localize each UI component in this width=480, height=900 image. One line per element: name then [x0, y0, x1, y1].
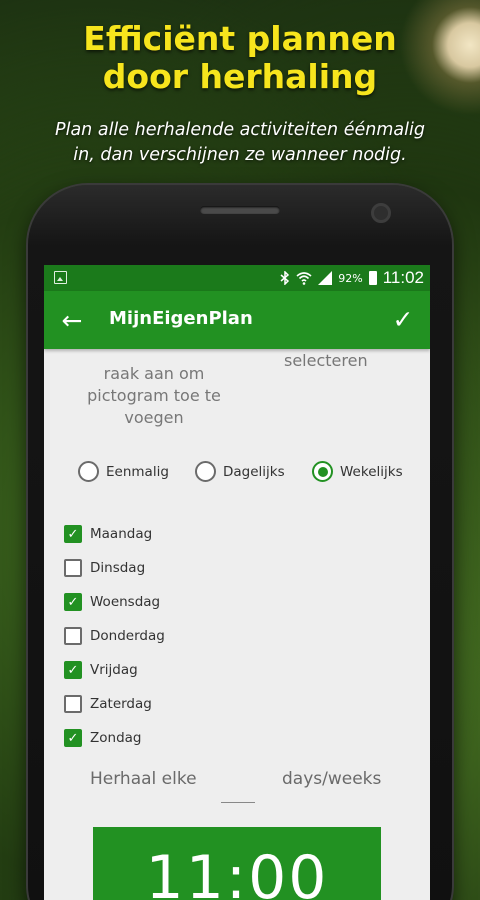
promo-subline-line1: Plan alle herhalende activiteiten éénmal…: [55, 120, 425, 140]
day-checkbox[interactable]: ✓: [64, 729, 82, 747]
promo-headline-line1: Efficiënt plannen: [83, 19, 397, 58]
radio-label: Eenmalig: [106, 463, 169, 480]
arrow-back-icon[interactable]: ←: [56, 304, 88, 336]
repeat-unit-label: days/weeks: [282, 769, 382, 789]
image-icon: [54, 271, 67, 284]
radio-circle[interactable]: [195, 461, 216, 482]
radio-label: Dagelijks: [223, 463, 285, 480]
phone-speaker: [200, 206, 280, 214]
day-label: Maandag: [90, 526, 153, 542]
promo-subline-line2: in, dan verschijnen ze wanneer nodig.: [73, 145, 407, 165]
battery-percent: 92%: [338, 271, 363, 285]
radio-circle[interactable]: [78, 461, 99, 482]
radio-circle[interactable]: [312, 461, 333, 482]
day-label: Woensdag: [90, 594, 161, 610]
day-woensdag[interactable]: ✓ Woensdag: [64, 585, 165, 619]
day-checkbox[interactable]: [64, 627, 82, 645]
signal-icon: [318, 271, 333, 285]
day-label: Zaterdag: [90, 696, 152, 712]
radio-label: Wekelijks: [340, 463, 403, 480]
select-hint[interactable]: selecteren: [284, 351, 368, 370]
phone-screen: 92% 11:02 ← MijnEigenPlan ✓ raak aan om …: [44, 265, 430, 900]
day-checkbox[interactable]: [64, 559, 82, 577]
day-dinsdag[interactable]: Dinsdag: [64, 551, 165, 585]
day-zaterdag[interactable]: Zaterdag: [64, 687, 165, 721]
promo-subline: Plan alle herhalende activiteiten éénmal…: [0, 118, 480, 168]
day-label: Vrijdag: [90, 662, 138, 678]
promo-headline: Efficiënt plannen door herhaling: [0, 20, 480, 96]
phone-camera: [371, 203, 391, 223]
repeat-interval-row: Herhaal elke days/weeks: [90, 767, 390, 807]
status-clock: 11:02: [382, 268, 424, 287]
weekday-list: ✓ Maandag Dinsdag ✓ Woensdag Donderdag ✓…: [64, 517, 165, 755]
day-maandag[interactable]: ✓ Maandag: [64, 517, 165, 551]
time-picker-button[interactable]: 11:00: [93, 827, 381, 900]
repeat-interval-input[interactable]: [221, 795, 255, 803]
status-bar: 92% 11:02: [44, 265, 430, 291]
check-icon[interactable]: ✓: [386, 302, 420, 336]
repeat-label: Herhaal elke: [90, 769, 197, 789]
radio-wekelijks[interactable]: Wekelijks: [312, 461, 403, 482]
day-label: Dinsdag: [90, 560, 146, 576]
day-label: Donderdag: [90, 628, 165, 644]
app-bar: ← MijnEigenPlan ✓: [44, 291, 430, 349]
time-display: 11:00: [145, 843, 329, 900]
day-checkbox[interactable]: [64, 695, 82, 713]
bluetooth-icon: [280, 271, 290, 285]
radio-dagelijks[interactable]: Dagelijks: [195, 461, 285, 482]
battery-icon: [368, 271, 377, 285]
day-donderdag[interactable]: Donderdag: [64, 619, 165, 653]
frequency-radio-group: Eenmalig Dagelijks Wekelijks: [44, 461, 430, 483]
add-icon-hint[interactable]: raak aan om pictogram toe te voegen: [74, 363, 234, 429]
day-checkbox[interactable]: ✓: [64, 593, 82, 611]
wifi-icon: [296, 272, 312, 285]
radio-eenmalig[interactable]: Eenmalig: [78, 461, 169, 482]
day-zondag[interactable]: ✓ Zondag: [64, 721, 165, 755]
status-icons: 92% 11:02: [280, 265, 424, 291]
day-checkbox[interactable]: ✓: [64, 661, 82, 679]
day-vrijdag[interactable]: ✓ Vrijdag: [64, 653, 165, 687]
app-title: MijnEigenPlan: [109, 308, 253, 329]
day-checkbox[interactable]: ✓: [64, 525, 82, 543]
day-label: Zondag: [90, 730, 142, 746]
promo-headline-line2: door herhaling: [102, 57, 378, 96]
